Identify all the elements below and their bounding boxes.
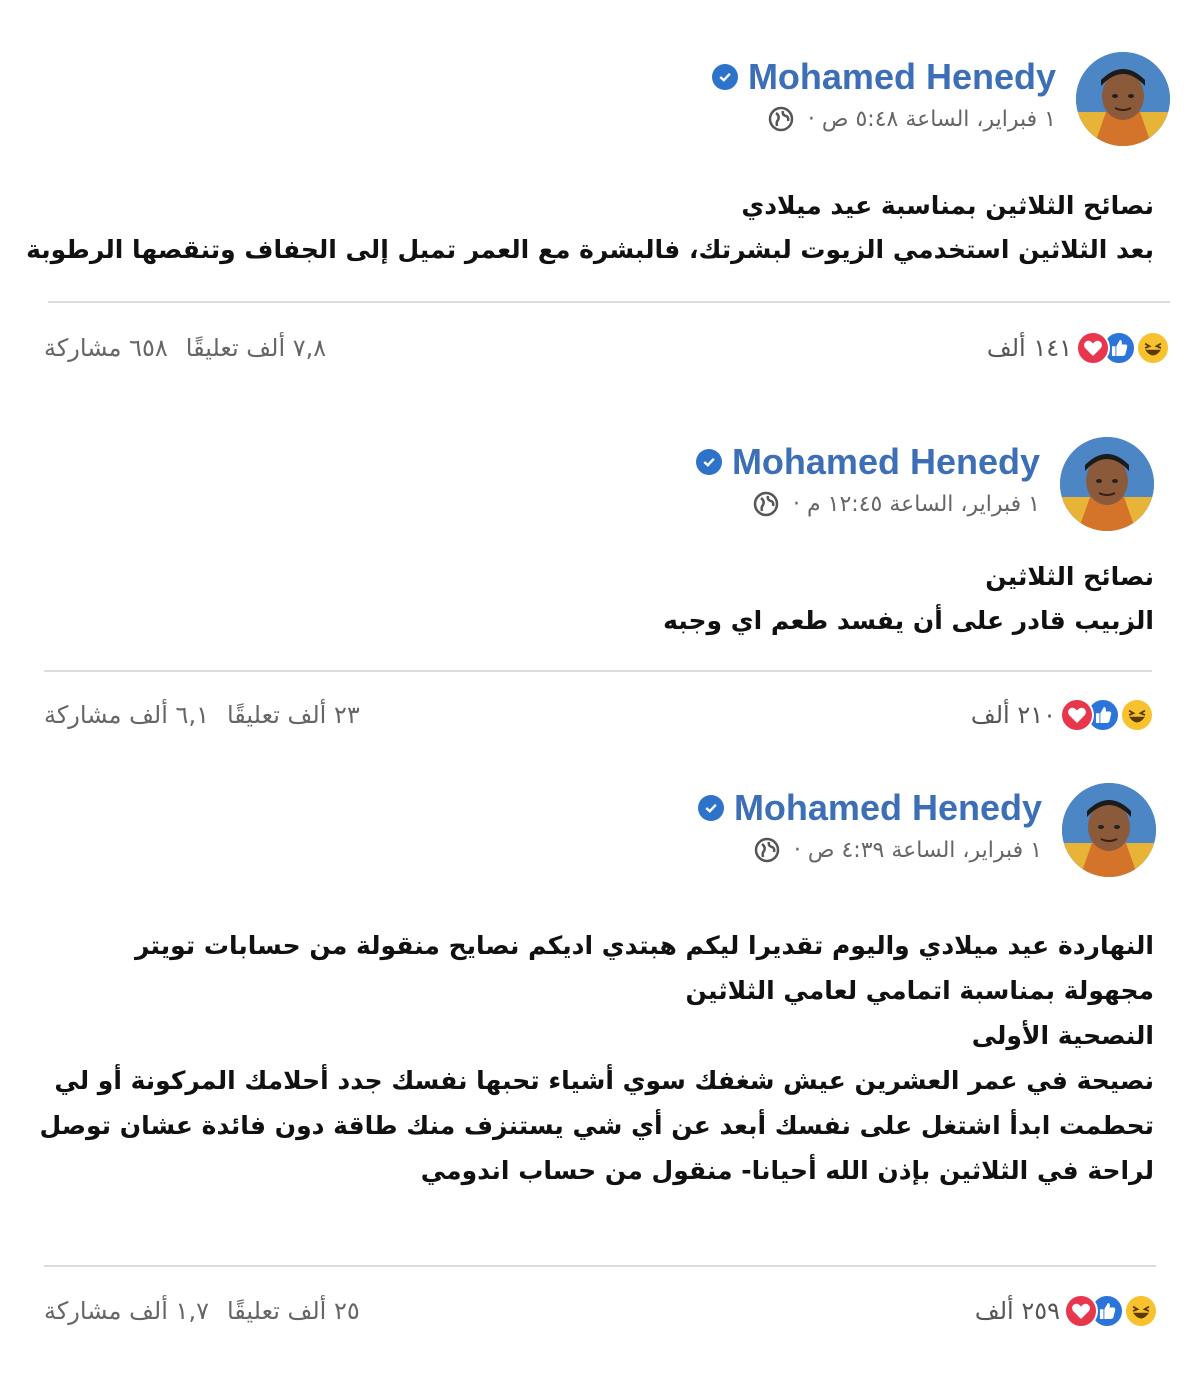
comments-count[interactable]: ٢٣ ألف تعليقًا bbox=[227, 701, 360, 729]
post-body: نصائح الثلاثين بمناسبة عيد ميلادي بعد ال… bbox=[26, 184, 1154, 272]
verified-badge-icon bbox=[697, 795, 724, 821]
engagement-counts: ٢٥ ألف تعليقًا ١,٧ ألف مشاركة bbox=[44, 1297, 360, 1325]
post-text-line: تحطمت ابدأ اشتغل على نفسك أبعد عن أي شي … bbox=[39, 1111, 1155, 1140]
author-name[interactable]: Mohamed Henedy bbox=[734, 787, 1042, 829]
reaction-count: ٢١٠ ألف bbox=[970, 701, 1056, 729]
shares-count[interactable]: ٦,١ ألف مشاركة bbox=[44, 701, 209, 729]
engagement-counts: ٧,٨ ألف تعليقًا ٦٥٨ مشاركة bbox=[44, 334, 326, 362]
avatar[interactable] bbox=[1062, 783, 1156, 877]
post-timestamp[interactable]: ١ فبراير، الساعة ٥:٤٨ ص · bbox=[808, 107, 1056, 132]
post-body: نصائح الثلاثين الزبيب قادر على أن يفسد ط… bbox=[663, 555, 1154, 643]
haha-reaction-icon bbox=[1120, 698, 1154, 732]
haha-reaction-icon bbox=[1136, 331, 1170, 365]
author-name[interactable]: Mohamed Henedy bbox=[732, 441, 1040, 483]
post-header: Mohamed Henedy ١ فبراير، الساعة ٥:٤٨ ص · bbox=[570, 52, 1170, 152]
author-name[interactable]: Mohamed Henedy bbox=[748, 56, 1056, 98]
verified-badge-icon bbox=[695, 449, 722, 475]
post-text-line: النصحية الأولى bbox=[971, 1021, 1154, 1050]
comments-count[interactable]: ٢٥ ألف تعليقًا bbox=[227, 1297, 360, 1325]
reactions-summary[interactable]: ١٤١ ألف bbox=[987, 331, 1170, 365]
reactions-summary[interactable]: ٢١٠ ألف bbox=[971, 698, 1154, 732]
reaction-count: ٢٥٩ ألف bbox=[974, 1297, 1060, 1325]
post-timestamp[interactable]: ١ فبراير، الساعة ١٢:٤٥ م · bbox=[793, 492, 1040, 517]
shares-count[interactable]: ١,٧ ألف مشاركة bbox=[44, 1297, 209, 1325]
divider bbox=[48, 301, 1170, 303]
post-header: Mohamed Henedy ١ فبراير، الساعة ١٢:٤٥ م … bbox=[554, 437, 1154, 537]
post-text-line: النهاردة عيد ميلادي واليوم تقديرا ليكم ه… bbox=[134, 931, 1154, 960]
verified-badge-icon bbox=[711, 64, 738, 90]
reactions-summary[interactable]: ٢٥٩ ألف bbox=[975, 1294, 1158, 1328]
post-text-line: مجهولة بمناسبة اتمامي لعامي الثلاثين bbox=[685, 976, 1155, 1005]
post-text-line: نصائح الثلاثين bbox=[985, 562, 1154, 591]
avatar[interactable] bbox=[1060, 437, 1154, 531]
engagement-counts: ٢٣ ألف تعليقًا ٦,١ ألف مشاركة bbox=[44, 701, 360, 729]
love-reaction-icon bbox=[1064, 1294, 1098, 1328]
avatar[interactable] bbox=[1076, 52, 1170, 146]
globe-icon bbox=[753, 491, 779, 517]
divider bbox=[44, 1265, 1156, 1267]
post-text-line: بعد الثلاثين استخدمي الزيوت لبشرتك، فالب… bbox=[26, 235, 1154, 264]
post-header: Mohamed Henedy ١ فبراير، الساعة ٤:٣٩ ص · bbox=[556, 783, 1156, 883]
divider bbox=[44, 670, 1152, 672]
comments-count[interactable]: ٧,٨ ألف تعليقًا bbox=[186, 334, 326, 362]
post-text-line: لراحة في الثلاثين بإذن الله أحيانا- منقو… bbox=[420, 1156, 1154, 1185]
post-timestamp[interactable]: ١ فبراير، الساعة ٤:٣٩ ص · bbox=[794, 838, 1042, 863]
haha-reaction-icon bbox=[1124, 1294, 1158, 1328]
love-reaction-icon bbox=[1076, 331, 1110, 365]
reaction-count: ١٤١ ألف bbox=[986, 334, 1072, 362]
post-text-line: نصيحة في عمر العشرين عيش شغفك سوي أشياء … bbox=[54, 1066, 1154, 1095]
post-text-line: الزبيب قادر على أن يفسد طعم اي وجبه bbox=[663, 606, 1154, 635]
globe-icon bbox=[768, 106, 794, 132]
shares-count[interactable]: ٦٥٨ مشاركة bbox=[44, 334, 168, 362]
globe-icon bbox=[754, 837, 780, 863]
love-reaction-icon bbox=[1060, 698, 1094, 732]
post-body: النهاردة عيد ميلادي واليوم تقديرا ليكم ه… bbox=[40, 923, 1155, 1193]
post-text-line: نصائح الثلاثين بمناسبة عيد ميلادي bbox=[741, 191, 1154, 220]
